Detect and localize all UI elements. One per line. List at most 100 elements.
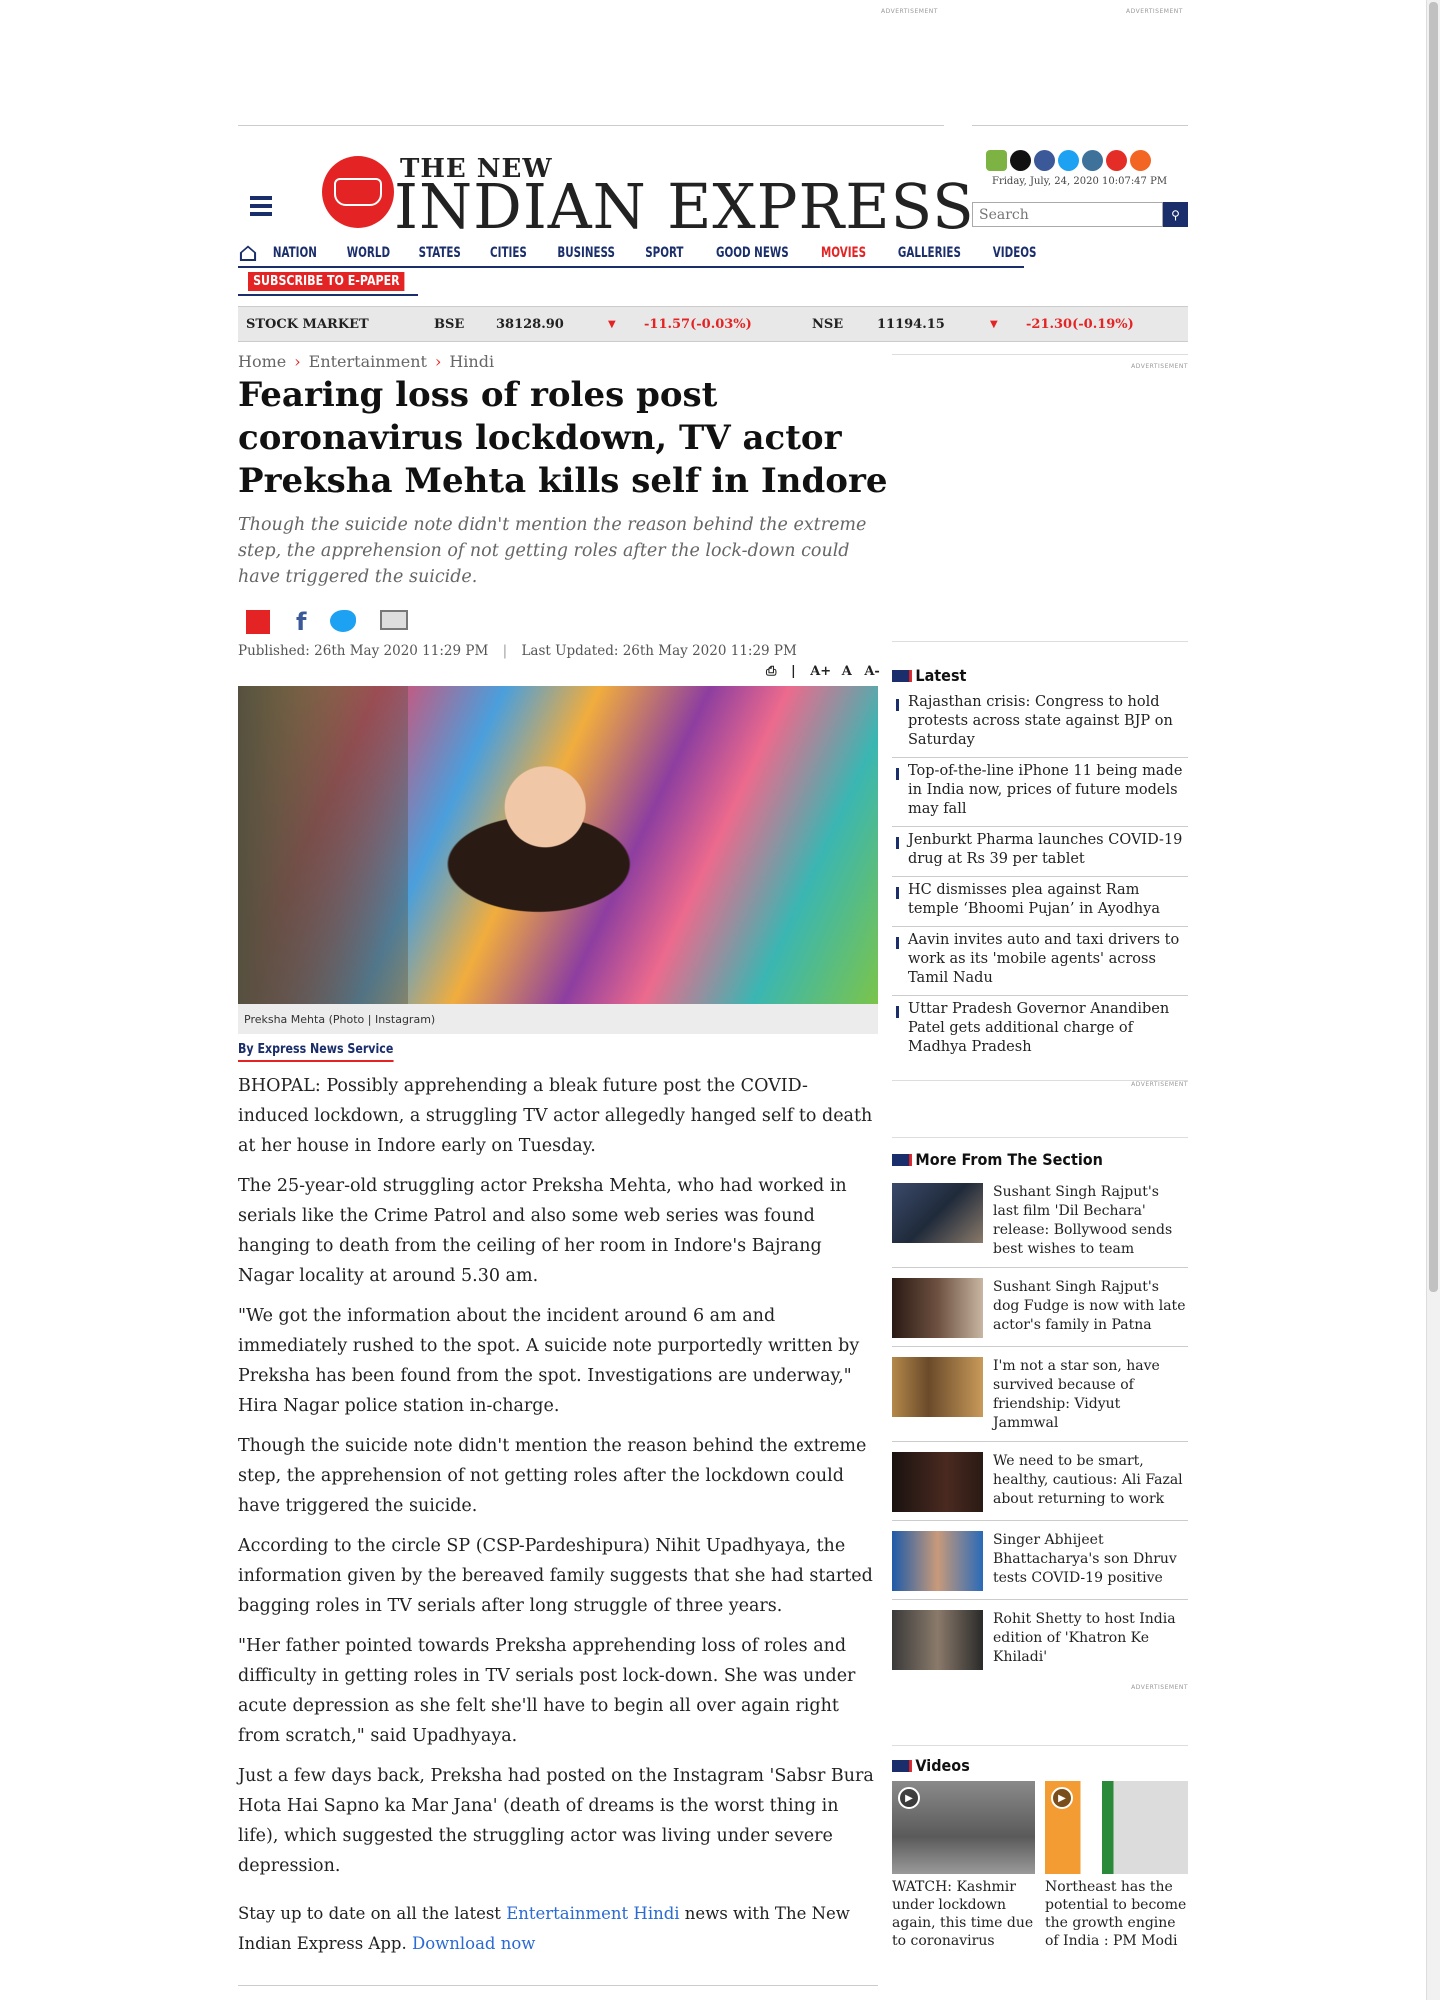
video-item[interactable]: ▶ WATCH: Kashmir under lockdown again, t… bbox=[892, 1781, 1035, 1950]
search-bar: ⚲ bbox=[972, 202, 1188, 227]
current-date: Friday, July, 24, 2020 10:07:47 PM bbox=[992, 176, 1168, 187]
app-promo: Stay up to date on all the latest Entert… bbox=[238, 1899, 878, 1959]
byline[interactable]: By Express News Service bbox=[238, 1042, 394, 1062]
nav-item-nation[interactable]: NATION bbox=[273, 245, 317, 261]
email-share-icon[interactable] bbox=[380, 610, 408, 630]
latest-item[interactable]: Rajasthan crisis: Congress to hold prote… bbox=[892, 689, 1188, 758]
breadcrumb-hindi[interactable]: Hindi bbox=[449, 352, 494, 371]
android-icon[interactable] bbox=[986, 150, 1007, 171]
bse-change: -11.57(-0.03%) bbox=[644, 317, 752, 332]
article-paragraph: "Her father pointed towards Preksha appr… bbox=[238, 1636, 856, 1746]
masthead: THE NEW INDIAN EXPRESS Friday, July, 24,… bbox=[238, 126, 1188, 243]
nav-item-sport[interactable]: SPORT bbox=[645, 245, 683, 261]
video-thumbnail[interactable]: ▶ bbox=[892, 1781, 1035, 1874]
latest-item[interactable]: Uttar Pradesh Governor Anandiben Patel g… bbox=[892, 996, 1188, 1064]
more-item[interactable]: Rohit Shetty to host India edition of 'K… bbox=[892, 1610, 1188, 1678]
nav-item-movies[interactable]: MOVIES bbox=[821, 245, 866, 261]
nse-change: -21.30(-0.19%) bbox=[1026, 317, 1134, 332]
play-icon[interactable]: ▶ bbox=[1051, 1787, 1073, 1809]
print-icon[interactable]: ⎙ bbox=[766, 664, 776, 679]
thumbnail[interactable] bbox=[892, 1278, 983, 1338]
latest-item[interactable]: Jenburkt Pharma launches COVID-19 drug a… bbox=[892, 827, 1188, 877]
entertainment-hindi-link[interactable]: Entertainment Hindi bbox=[506, 1904, 679, 1923]
flipboard-icon[interactable] bbox=[246, 610, 270, 634]
bse-label: BSE bbox=[434, 317, 465, 332]
nav-item-videos[interactable]: VIDEOS bbox=[993, 245, 1037, 261]
stock-label: STOCK MARKET bbox=[246, 317, 369, 332]
top-ad-area: ADVERTISEMENT ADVERTISEMENT bbox=[238, 0, 1188, 126]
instagram-icon[interactable] bbox=[1082, 150, 1103, 171]
download-now-link[interactable]: Download now bbox=[412, 1934, 535, 1953]
divider bbox=[238, 1985, 878, 1986]
updated-date: Last Updated: 26th May 2020 11:29 PM bbox=[521, 643, 797, 659]
scrollbar-thumb[interactable] bbox=[1429, 2, 1438, 1292]
more-item[interactable]: We need to be smart, healthy, cautious: … bbox=[892, 1452, 1188, 1521]
nav-item-cities[interactable]: CITIES bbox=[490, 245, 527, 261]
more-item[interactable]: Sushant Singh Rajput's last film 'Dil Be… bbox=[892, 1183, 1188, 1268]
divider bbox=[238, 294, 418, 296]
apple-icon[interactable] bbox=[1010, 150, 1031, 171]
font-increase-button[interactable]: A+ bbox=[810, 664, 831, 679]
social-icons bbox=[986, 150, 1151, 171]
youtube-icon[interactable] bbox=[1106, 150, 1127, 171]
logo-emblem[interactable] bbox=[322, 156, 394, 228]
video-thumbnail[interactable]: ▶ bbox=[1045, 1781, 1188, 1874]
more-item-text[interactable]: Singer Abhijeet Bhattacharya's son Dhruv… bbox=[993, 1531, 1188, 1591]
nav-item-business[interactable]: BUSINESS bbox=[557, 245, 615, 261]
videos-list: ▶ WATCH: Kashmir under lockdown again, t… bbox=[892, 1781, 1188, 1950]
menu-icon[interactable] bbox=[250, 196, 272, 220]
latest-item[interactable]: Aavin invites auto and taxi drivers to w… bbox=[892, 927, 1188, 996]
ad-label: ADVERTISEMENT bbox=[1131, 1081, 1188, 1088]
facebook-share-icon[interactable]: f bbox=[296, 610, 310, 634]
nav-item-world[interactable]: WORLD bbox=[346, 245, 389, 261]
rss-icon[interactable] bbox=[1130, 150, 1151, 171]
search-button[interactable]: ⚲ bbox=[1163, 202, 1188, 227]
more-item-text[interactable]: Sushant Singh Rajput's dog Fudge is now … bbox=[993, 1278, 1188, 1338]
article-hero-image bbox=[238, 686, 878, 1004]
font-reset-button[interactable]: A bbox=[842, 664, 852, 679]
ad-label: ADVERTISEMENT bbox=[881, 8, 938, 15]
nav-item-states[interactable]: STATES bbox=[419, 245, 461, 261]
page-scrollbar[interactable] bbox=[1426, 0, 1440, 2000]
latest-item[interactable]: HC dismisses plea against Ram temple ‘Bh… bbox=[892, 877, 1188, 927]
ad-label: ADVERTISEMENT bbox=[1131, 363, 1188, 370]
nse-value: 11194.15 bbox=[877, 317, 945, 332]
thumbnail[interactable] bbox=[892, 1357, 983, 1417]
facebook-icon[interactable] bbox=[1034, 150, 1055, 171]
twitter-icon[interactable] bbox=[1058, 150, 1079, 171]
more-item[interactable]: Sushant Singh Rajput's dog Fudge is now … bbox=[892, 1278, 1188, 1347]
sidebar-ad: ADVERTISEMENT bbox=[892, 1080, 1188, 1138]
nav-item-galleries[interactable]: GALLERIES bbox=[898, 245, 961, 261]
more-item[interactable]: I'm not a star son, have survived becaus… bbox=[892, 1357, 1188, 1442]
more-section-title: More From The Section bbox=[892, 1150, 1158, 1169]
more-item-text[interactable]: Sushant Singh Rajput's last film 'Dil Be… bbox=[993, 1183, 1188, 1259]
more-item-text[interactable]: I'm not a star son, have survived becaus… bbox=[993, 1357, 1188, 1433]
font-decrease-button[interactable]: A- bbox=[864, 664, 879, 679]
video-item[interactable]: ▶ Northeast has the potential to become … bbox=[1045, 1781, 1188, 1950]
latest-title: Latest bbox=[892, 666, 1158, 685]
thumbnail[interactable] bbox=[892, 1183, 983, 1243]
article-paragraph: Just a few days back, Preksha had posted… bbox=[238, 1766, 874, 1876]
thumbnail[interactable] bbox=[892, 1452, 983, 1512]
breadcrumb-entertainment[interactable]: Entertainment bbox=[309, 352, 427, 371]
search-input[interactable] bbox=[972, 202, 1163, 227]
nav-item-good-news[interactable]: GOOD NEWS bbox=[716, 245, 789, 261]
subscribe-epaper-button[interactable]: SUBSCRIBE TO E-PAPER bbox=[248, 272, 405, 291]
play-icon[interactable]: ▶ bbox=[898, 1787, 920, 1809]
breadcrumb-home[interactable]: Home bbox=[238, 352, 286, 371]
more-item-text[interactable]: Rohit Shetty to host India edition of 'K… bbox=[993, 1610, 1188, 1670]
logo-text-main[interactable]: INDIAN EXPRESS bbox=[394, 170, 975, 243]
latest-item[interactable]: Top-of-the-line iPhone 11 being made in … bbox=[892, 758, 1188, 827]
home-icon[interactable]: ⌂ bbox=[238, 238, 258, 268]
down-arrow-icon: ▼ bbox=[990, 319, 998, 330]
thumbnail[interactable] bbox=[892, 1531, 983, 1591]
twitter-share-icon[interactable] bbox=[330, 610, 356, 632]
videos-title: Videos bbox=[892, 1756, 1158, 1775]
video-title[interactable]: Northeast has the potential to become th… bbox=[1045, 1878, 1188, 1950]
thumbnail[interactable] bbox=[892, 1610, 983, 1670]
more-item-text[interactable]: We need to be smart, healthy, cautious: … bbox=[993, 1452, 1188, 1512]
bse-value: 38128.90 bbox=[496, 317, 564, 332]
more-item[interactable]: Singer Abhijeet Bhattacharya's son Dhruv… bbox=[892, 1531, 1188, 1600]
sidebar: ADVERTISEMENT Latest Rajasthan crisis: C… bbox=[892, 354, 1188, 1950]
video-title[interactable]: WATCH: Kashmir under lockdown again, thi… bbox=[892, 1878, 1035, 1950]
